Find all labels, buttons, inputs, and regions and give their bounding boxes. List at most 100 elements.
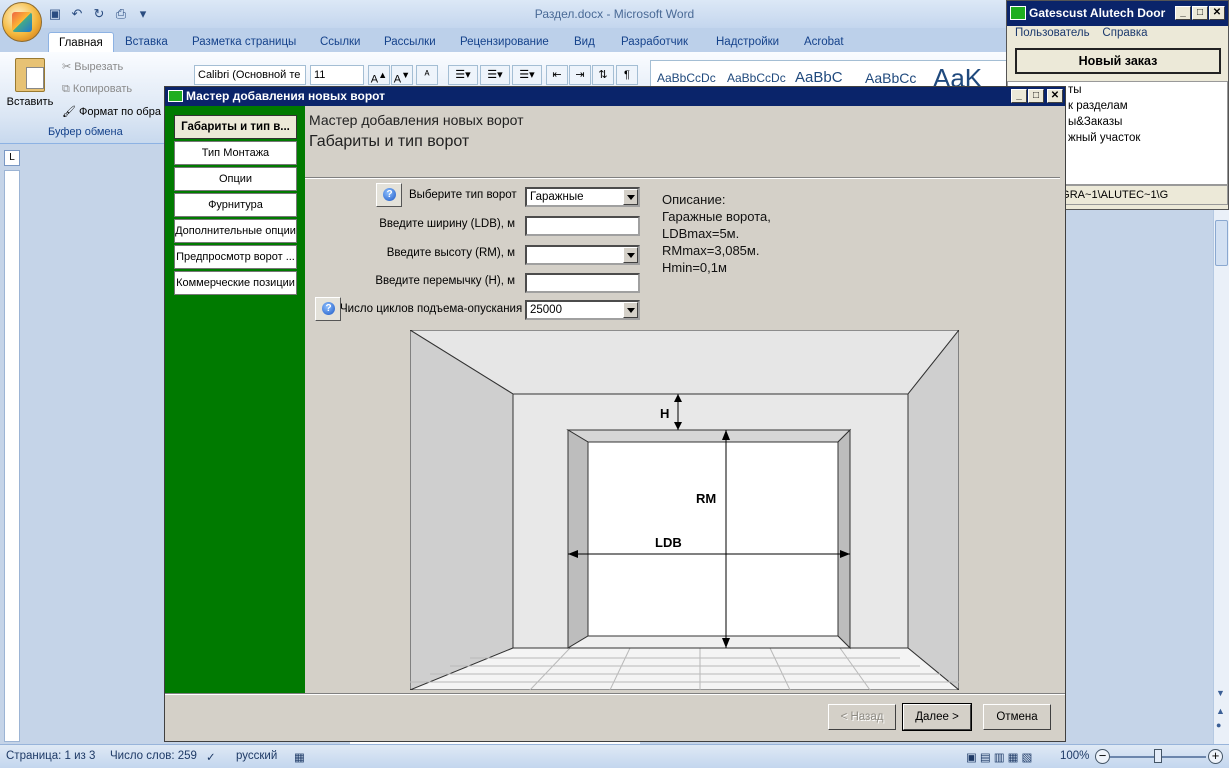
tree-item[interactable]: ты [1068, 84, 1082, 96]
wizard-dialog: Мастер добавления новых ворот _ □ ✕ Габа… [164, 86, 1066, 742]
grow-font-icon[interactable]: A▲ [368, 65, 390, 86]
copy-button[interactable]: ⧉ Копировать [62, 79, 132, 99]
quick-access-toolbar: ▣ ↶ ↻ ⎙ ▾ [46, 4, 152, 24]
next-button[interactable]: Далее > [902, 703, 972, 731]
step-hardware[interactable]: Фурнитура [174, 193, 297, 217]
tab-mailings[interactable]: Рассылки [380, 32, 440, 52]
tab-page-layout[interactable]: Разметка страницы [188, 32, 300, 52]
footer-divider [165, 693, 1065, 695]
clipboard-group-label: Буфер обмена [48, 126, 123, 138]
ruler-tab-selector[interactable]: L [4, 150, 20, 166]
cancel-button[interactable]: Отмена [983, 704, 1051, 730]
new-order-button[interactable]: Новый заказ [1015, 48, 1221, 74]
step-dimensions[interactable]: Габариты и тип в... [174, 115, 297, 139]
cut-button[interactable]: ✂ Вырезать [62, 57, 123, 77]
wizard-steps-panel: Габариты и тип в... Тип Монтажа Опции Фу… [165, 106, 305, 693]
tab-acrobat[interactable]: Acrobat [800, 32, 848, 52]
tab-home[interactable]: Главная [48, 32, 114, 52]
ldb-label: LDB [655, 535, 682, 550]
gatescust-menubar: Пользователь Справка [1015, 27, 1148, 39]
minimize-icon[interactable]: _ [1011, 89, 1027, 103]
tab-addins[interactable]: Надстройки [712, 32, 783, 52]
height-select[interactable] [525, 245, 640, 265]
status-word-count[interactable]: Число слов: 259 [110, 750, 197, 762]
chevron-down-icon[interactable] [623, 302, 638, 318]
close-icon[interactable]: ✕ [1047, 89, 1063, 103]
tab-view[interactable]: Вид [570, 32, 599, 52]
vertical-ruler [4, 170, 20, 742]
zoom-slider-thumb[interactable] [1154, 749, 1162, 763]
numbering-icon[interactable]: ☰▾ [480, 65, 510, 85]
scrollbar-thumb[interactable] [1215, 220, 1228, 266]
prev-page-icon[interactable]: ▲ [1216, 706, 1225, 716]
step-commercial[interactable]: Коммерческие позиции [174, 271, 297, 295]
menu-help[interactable]: Справка [1102, 27, 1147, 39]
menu-user[interactable]: Пользователь [1015, 27, 1090, 39]
tab-references[interactable]: Ссылки [316, 32, 365, 52]
zoom-in-icon[interactable]: + [1208, 749, 1223, 764]
office-button[interactable] [2, 2, 42, 42]
status-page[interactable]: Страница: 1 из 3 [6, 750, 95, 762]
opening-right [837, 428, 851, 650]
format-painter-label: Формат по обра [79, 106, 161, 118]
cycles-select[interactable]: 25000 [525, 300, 640, 320]
sort-icon[interactable]: ⇅ [592, 65, 614, 85]
view-buttons-icon[interactable]: ▣▤▥▦▧ [966, 750, 1035, 764]
right-wall [907, 330, 959, 690]
lintel-input[interactable] [525, 273, 640, 293]
font-size-select[interactable]: 11 [310, 65, 364, 85]
tree-item[interactable]: жный участок [1068, 132, 1140, 144]
paste-button[interactable]: Вставить [6, 58, 54, 120]
opening-sill [566, 635, 852, 649]
scroll-down-icon[interactable]: ▼ [1216, 688, 1225, 698]
gate-type-select[interactable]: Гаражные [525, 187, 640, 207]
chevron-down-icon[interactable] [623, 189, 638, 205]
redo-icon[interactable]: ↻ [90, 5, 108, 23]
macro-record-icon[interactable]: ▦ [294, 750, 305, 764]
zoom-level[interactable]: 100% [1060, 750, 1089, 762]
step-preview[interactable]: Предпросмотр ворот ... [174, 245, 297, 269]
zoom-out-icon[interactable]: − [1095, 749, 1110, 764]
maximize-icon[interactable]: □ [1192, 6, 1208, 20]
description-line: LDBmax=5м. [662, 226, 740, 241]
pilcrow-icon[interactable]: ¶ [616, 65, 638, 85]
multilevel-list-icon[interactable]: ☰▾ [512, 65, 542, 85]
tab-developer[interactable]: Разработчик [617, 32, 692, 52]
step-extra-options[interactable]: Дополнительные опции [174, 219, 297, 243]
undo-icon[interactable]: ↶ [68, 5, 86, 23]
step-options[interactable]: Опции [174, 167, 297, 191]
document-page-edge [350, 742, 640, 744]
tab-insert[interactable]: Вставка [121, 32, 172, 52]
shrink-font-icon[interactable]: A▼ [391, 65, 413, 86]
spellcheck-icon[interactable]: ✓ [206, 750, 216, 764]
width-input[interactable] [525, 216, 640, 236]
maximize-icon[interactable]: □ [1028, 89, 1044, 103]
chevron-down-icon[interactable] [623, 247, 638, 263]
status-bar: Страница: 1 из 3 Число слов: 259 ✓ русск… [0, 744, 1229, 768]
cycles-help-icon[interactable] [315, 297, 341, 321]
decrease-indent-icon[interactable]: ⇤ [546, 65, 568, 85]
save-icon[interactable]: ▣ [46, 5, 64, 23]
tree-item[interactable]: к разделам [1068, 100, 1128, 112]
select-browse-icon[interactable]: ● [1216, 720, 1221, 730]
gatescust-titlebar: Gatescust Alutech Door ... _ □ ✕ [1007, 1, 1228, 26]
word-vertical-scrollbar[interactable]: ▼ ▲ ● [1213, 208, 1229, 744]
back-button[interactable]: < Назад [828, 704, 896, 730]
tab-review[interactable]: Рецензирование [456, 32, 553, 52]
clear-format-icon[interactable]: ᴬ [416, 65, 438, 85]
print-icon[interactable]: ⎙ [112, 5, 130, 23]
height-label: Введите высоту (RM), м [386, 247, 515, 259]
bullets-icon[interactable]: ☰▾ [448, 65, 478, 85]
qat-dropdown-icon[interactable]: ▾ [134, 5, 152, 23]
step-mounting[interactable]: Тип Монтажа [174, 141, 297, 165]
gate-type-help-icon[interactable] [376, 183, 402, 207]
status-language[interactable]: русский [236, 750, 277, 762]
copy-label: Копировать [72, 83, 133, 95]
minimize-icon[interactable]: _ [1175, 6, 1191, 20]
format-painter-button[interactable]: 🖌 Формат по обра [62, 102, 161, 122]
description-line: RMmax=3,085м. [662, 243, 760, 258]
font-name-select[interactable]: Calibri (Основной те [194, 65, 306, 85]
tree-item[interactable]: ы&Заказы [1068, 116, 1122, 128]
close-icon[interactable]: ✕ [1209, 6, 1225, 20]
increase-indent-icon[interactable]: ⇥ [569, 65, 591, 85]
